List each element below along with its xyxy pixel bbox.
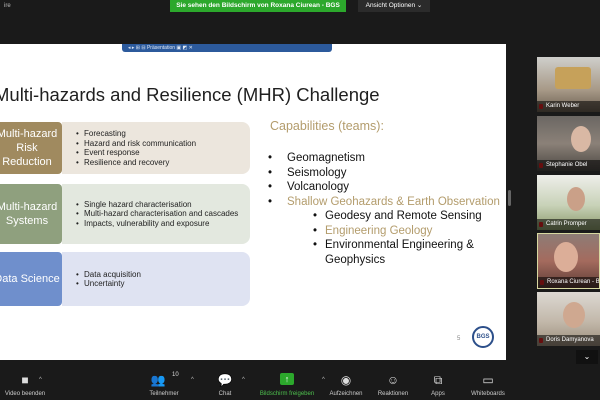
- presenter-toolbar-text: ◂ ▸ ⊞ ⊟ Präsentation ▣ ◩ ✕: [128, 45, 193, 51]
- zoom-window: ire Sie sehen den Bildschirm von Roxana …: [0, 0, 600, 400]
- participant-name: Catrin Promper: [537, 219, 600, 230]
- share-screen-icon: ↑: [280, 373, 294, 385]
- record-label: Aufzeichnen: [329, 391, 363, 397]
- meeting-toolbar: ■ Video beenden ^ 👥 10 Teilnehmer ^ 💬 Ch…: [0, 368, 600, 400]
- bgs-logo: BGS: [472, 326, 494, 348]
- box-label-2: Multi-hazard Systems: [0, 184, 62, 244]
- capability-item: Shallow Geohazards & Earth Observation: [268, 195, 500, 210]
- capabilities-title: Capabilities (teams):: [270, 119, 384, 133]
- panel-resize-handle[interactable]: [508, 190, 511, 206]
- whiteboards-label: Whiteboards: [471, 391, 505, 397]
- capability-item: Seismology: [268, 166, 500, 181]
- box-item: Single hazard characterisation: [76, 200, 244, 210]
- participant-face: [571, 126, 591, 152]
- box-item: Hazard and risk communication: [76, 139, 244, 149]
- stop-video-button[interactable]: ■ Video beenden: [0, 368, 50, 400]
- participants-icon: 👥: [150, 373, 166, 387]
- participant-name: Stephanie Obel: [537, 160, 600, 171]
- capability-item: Geomagnetism: [268, 151, 500, 166]
- box-detail-3: Data acquisition Uncertainty: [62, 252, 250, 306]
- corner-text: ire: [4, 3, 11, 9]
- chat-bubble-icon: 💬: [217, 373, 233, 387]
- participant-name: Karin Weber: [537, 101, 600, 112]
- capabilities-list: Geomagnetism Seismology Volcanology Shal…: [268, 151, 500, 267]
- participant-face: [563, 302, 585, 328]
- box-item: Data acquisition: [76, 270, 244, 280]
- participants-button[interactable]: 👥 10 Teilnehmer: [140, 368, 188, 400]
- presenter-toolbar[interactable]: ◂ ▸ ⊞ ⊟ Präsentation ▣ ◩ ✕: [122, 44, 332, 52]
- screen-share-banner: Sie sehen den Bildschirm von Roxana Ciur…: [170, 0, 346, 12]
- participant-name: Doris Damyanova: [537, 335, 600, 346]
- box-detail-2: Single hazard characterisation Multi-haz…: [62, 184, 250, 244]
- record-button[interactable]: ◉ Aufzeichnen: [326, 368, 366, 400]
- apps-button[interactable]: ⧉ Apps: [422, 368, 454, 400]
- box-item: Uncertainty: [76, 279, 244, 289]
- box-item: Multi-hazard characterisation and cascad…: [76, 209, 244, 219]
- chat-label: Chat: [218, 391, 232, 397]
- participants-options-caret[interactable]: ^: [191, 377, 194, 383]
- video-options-caret[interactable]: ^: [39, 377, 42, 383]
- slide-number: 5: [457, 336, 461, 342]
- box-label-3: Data Science: [0, 252, 62, 306]
- box-item: Impacts, vulnerability and exposure: [76, 219, 244, 229]
- participant-tile[interactable]: Stephanie Obel: [537, 116, 600, 171]
- whiteboard-icon: ▭: [482, 373, 494, 387]
- participants-count: 10: [172, 372, 179, 378]
- capability-subitem: Engineering Geology: [268, 224, 500, 239]
- participant-tile[interactable]: Karin Weber: [537, 57, 600, 112]
- record-icon: ◉: [340, 373, 352, 387]
- share-screen-label: Bildschirm freigeben: [259, 391, 315, 397]
- participant-face: [567, 187, 585, 211]
- participants-label: Teilnehmer: [149, 391, 179, 397]
- stop-video-label: Video beenden: [4, 391, 46, 397]
- participant-tile-active-speaker[interactable]: Roxana Ciurean - B: [537, 233, 600, 289]
- view-options-button[interactable]: Ansicht Optionen ⌄: [358, 0, 430, 12]
- participant-tile[interactable]: Doris Damyanova: [537, 292, 600, 346]
- capability-subitem: Geodesy and Remote Sensing: [268, 209, 500, 224]
- box-item: Resilience and recovery: [76, 158, 244, 168]
- video-camera-icon: ■: [21, 373, 29, 387]
- capability-subitem: Environmental Engineering & Geophysics: [268, 238, 500, 267]
- whiteboards-button[interactable]: ▭ Whiteboards: [464, 368, 512, 400]
- participant-tile[interactable]: Catrin Promper: [537, 175, 600, 230]
- reactions-button[interactable]: ☺ Reaktionen: [372, 368, 414, 400]
- box-item: Event response: [76, 148, 244, 158]
- capability-item: Volcanology: [268, 180, 500, 195]
- background-object: [555, 67, 591, 89]
- chevron-down-icon[interactable]: ⌄: [576, 350, 598, 364]
- bgs-logo-text: BGS: [476, 334, 490, 340]
- top-bar: ire Sie sehen den Bildschirm von Roxana …: [0, 0, 600, 14]
- chat-options-caret[interactable]: ^: [242, 377, 245, 383]
- emoji-plus-icon: ☺: [386, 373, 400, 387]
- participant-face: [554, 242, 578, 272]
- slide-title: Multi-hazards and Resilience (MHR) Chall…: [0, 84, 380, 105]
- apps-icon: ⧉: [433, 373, 443, 387]
- share-screen-button[interactable]: ↑ Bildschirm freigeben: [252, 368, 322, 400]
- box-detail-1: Forecasting Hazard and risk communicatio…: [62, 122, 250, 174]
- box-label-1: Multi-hazard Risk Reduction: [0, 122, 62, 174]
- participant-name: Roxana Ciurean - B: [538, 277, 599, 288]
- chat-button[interactable]: 💬 Chat: [208, 368, 242, 400]
- share-options-caret[interactable]: ^: [322, 377, 325, 383]
- box-item: Forecasting: [76, 129, 244, 139]
- shared-screen: ◂ ▸ ⊞ ⊟ Präsentation ▣ ◩ ✕ Multi-hazards…: [0, 44, 506, 360]
- apps-label: Apps: [431, 391, 445, 397]
- reactions-label: Reaktionen: [377, 391, 409, 397]
